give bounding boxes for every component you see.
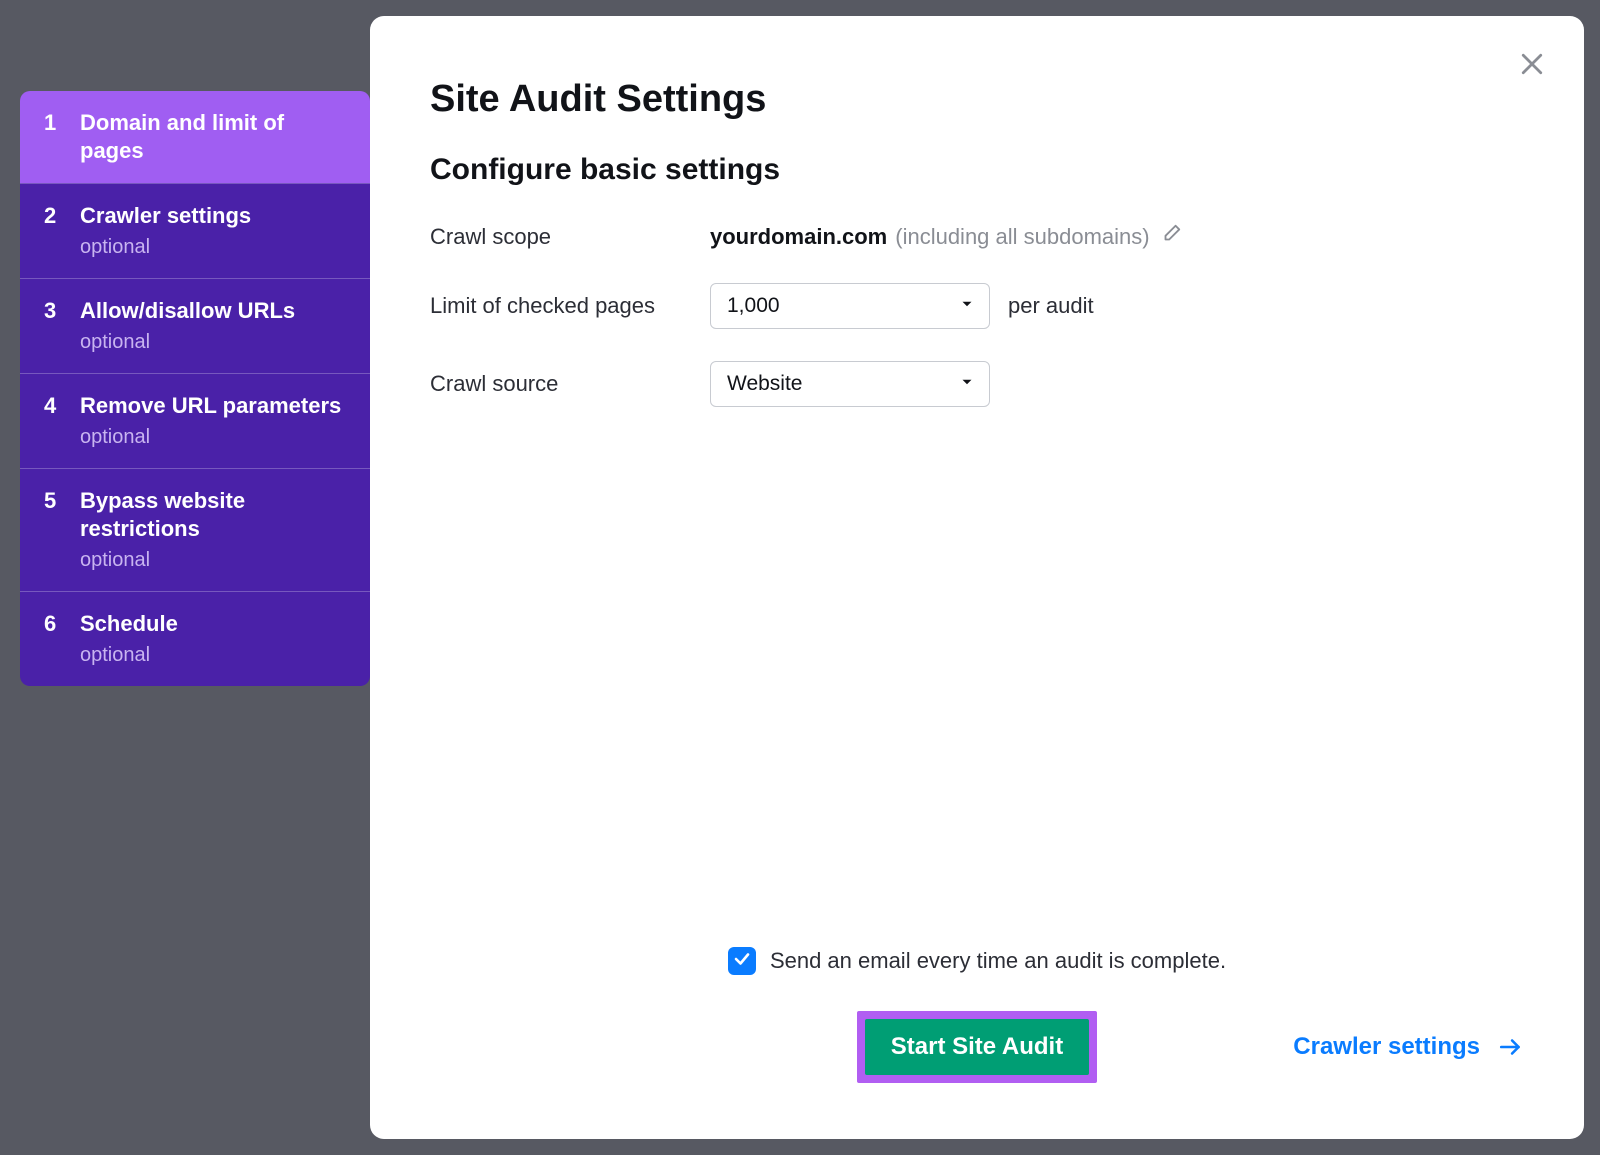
panel-footer: Send an email every time an audit is com… <box>430 947 1524 1083</box>
close-button[interactable] <box>1512 46 1552 86</box>
panel-subtitle: Configure basic settings <box>430 153 1524 187</box>
step-optional-label: optional <box>80 329 346 355</box>
start-button-highlight: Start Site Audit <box>857 1011 1097 1083</box>
panel-title: Site Audit Settings <box>430 78 1524 121</box>
step-optional-label: optional <box>80 234 346 260</box>
step-optional-label: optional <box>80 642 346 668</box>
step-title: Bypass website restrictions <box>80 487 346 543</box>
step-number: 4 <box>44 392 80 420</box>
crawl-scope-domain: yourdomain.com <box>710 224 887 250</box>
limit-pages-select[interactable]: 1,000 <box>710 283 990 329</box>
step-optional-label: optional <box>80 547 346 573</box>
step-domain-limit[interactable]: 1 Domain and limit of pages <box>20 91 370 183</box>
crawl-scope-note: (including all subdomains) <box>895 224 1149 250</box>
settings-panel: Site Audit Settings Configure basic sett… <box>370 16 1584 1139</box>
check-icon <box>733 948 751 974</box>
arrow-right-icon <box>1498 1034 1524 1060</box>
step-number: 3 <box>44 297 80 325</box>
start-site-audit-button[interactable]: Start Site Audit <box>865 1019 1089 1075</box>
crawl-source-select[interactable]: Website <box>710 361 990 407</box>
crawl-scope-label: Crawl scope <box>430 224 710 250</box>
row-crawl-scope: Crawl scope yourdomain.com (including al… <box>430 223 1524 251</box>
step-number: 6 <box>44 610 80 638</box>
step-title: Crawler settings <box>80 202 346 230</box>
email-notify-row: Send an email every time an audit is com… <box>430 947 1524 975</box>
step-remove-url-parameters[interactable]: 4 Remove URL parameters optional <box>20 373 370 468</box>
step-schedule[interactable]: 6 Schedule optional <box>20 591 370 686</box>
row-limit-pages: Limit of checked pages 1,000 per audit <box>430 283 1524 329</box>
next-step-label: Crawler settings <box>1293 1033 1480 1061</box>
limit-pages-label: Limit of checked pages <box>430 293 710 319</box>
step-optional-label: optional <box>80 424 346 450</box>
email-notify-label: Send an email every time an audit is com… <box>770 948 1226 974</box>
step-title: Schedule <box>80 610 346 638</box>
step-crawler-settings[interactable]: 2 Crawler settings optional <box>20 183 370 278</box>
step-number: 1 <box>44 109 80 137</box>
wizard-stepper: 1 Domain and limit of pages 2 Crawler se… <box>20 91 370 686</box>
crawl-source-label: Crawl source <box>430 371 710 397</box>
step-title: Allow/disallow URLs <box>80 297 346 325</box>
edit-scope-button[interactable] <box>1160 223 1182 251</box>
step-title: Domain and limit of pages <box>80 109 346 165</box>
step-bypass-restrictions[interactable]: 5 Bypass website restrictions optional <box>20 468 370 591</box>
step-title: Remove URL parameters <box>80 392 346 420</box>
pencil-icon <box>1160 223 1182 251</box>
close-icon <box>1517 49 1547 84</box>
step-allow-disallow-urls[interactable]: 3 Allow/disallow URLs optional <box>20 278 370 373</box>
step-number: 2 <box>44 202 80 230</box>
step-number: 5 <box>44 487 80 515</box>
next-step-link[interactable]: Crawler settings <box>1293 1033 1524 1061</box>
row-crawl-source: Crawl source Website <box>430 361 1524 407</box>
email-notify-checkbox[interactable] <box>728 947 756 975</box>
limit-pages-suffix: per audit <box>1008 293 1094 319</box>
